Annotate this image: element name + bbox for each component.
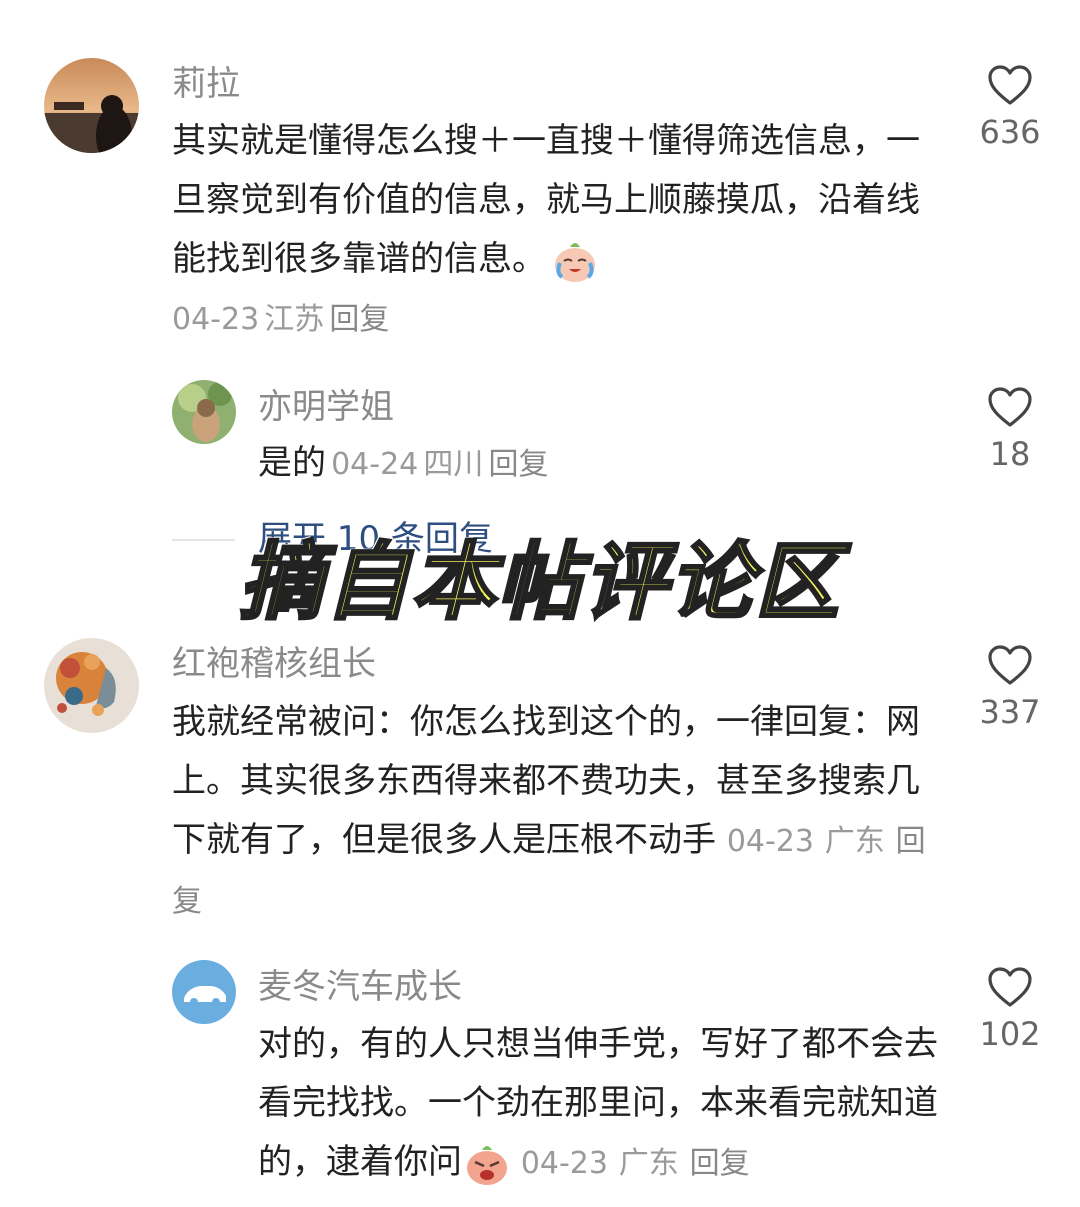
like-button[interactable]: 337 [970, 644, 1050, 728]
avatar[interactable] [172, 380, 236, 444]
like-button[interactable]: 18 [970, 386, 1050, 470]
like-button[interactable]: 102 [970, 966, 1050, 1050]
crying-peach-emoji-icon [555, 242, 595, 282]
reply-date: 04-23 [520, 1146, 608, 1181]
avatar[interactable] [44, 638, 139, 733]
heart-outline-icon [988, 967, 1032, 1007]
overlay-caption: 摘自本帖评论区 [237, 533, 841, 631]
comment-meta: 04-23 江苏 回复 [172, 305, 389, 335]
comment-text: 我就经常被问：你怎么找到这个的，一律回复：网上。其实很多东西得来都不费功夫，甚至… [172, 693, 932, 931]
comment-username[interactable]: 莉拉 [172, 67, 240, 101]
like-count: 18 [989, 435, 1031, 473]
reply-button[interactable]: 回复 [329, 302, 389, 337]
comment-date: 04-23 [172, 302, 260, 337]
reply-date: 04-24 [331, 447, 419, 482]
avatar[interactable] [172, 960, 236, 1024]
reply-username[interactable]: 亦明学姐 [258, 390, 394, 424]
comment-body: 其实就是懂得怎么搜＋一直搜＋懂得筛选信息，一旦察觉到有价值的信息，就马上顺藤摸瓜… [172, 121, 920, 279]
like-button[interactable]: 636 [970, 64, 1050, 148]
comment-text: 其实就是懂得怎么搜＋一直搜＋懂得筛选信息，一旦察觉到有价值的信息，就马上顺藤摸瓜… [172, 112, 932, 289]
like-count: 337 [979, 693, 1041, 731]
comment-date: 04-23 [726, 824, 814, 859]
comment-location: 广东 [824, 824, 885, 859]
avatar[interactable] [44, 58, 139, 153]
reply-location: 广东 [618, 1146, 679, 1181]
heart-outline-icon [988, 387, 1032, 427]
comment-location: 江苏 [264, 302, 325, 337]
reply-button[interactable]: 回复 [488, 447, 548, 482]
heart-outline-icon [988, 65, 1032, 105]
reply-text: 是的 [258, 443, 326, 483]
reply-button[interactable]: 回复 [690, 1146, 750, 1181]
reply-line: 是的 04-24 四川 回复 [258, 446, 548, 480]
heart-outline-icon [988, 645, 1032, 685]
comment-username[interactable]: 红袍稽核组长 [172, 647, 376, 681]
angry-peach-emoji-icon [467, 1145, 507, 1185]
reply-username[interactable]: 麦冬汽车成长 [258, 970, 462, 1004]
reply-text: 对的，有的人只想当伸手党，写好了都不会去看完找找。一个劲在那里问，本来看完就知道… [258, 1015, 938, 1193]
like-count: 102 [979, 1015, 1041, 1053]
like-count: 636 [979, 113, 1041, 151]
reply-location: 四川 [423, 447, 484, 482]
